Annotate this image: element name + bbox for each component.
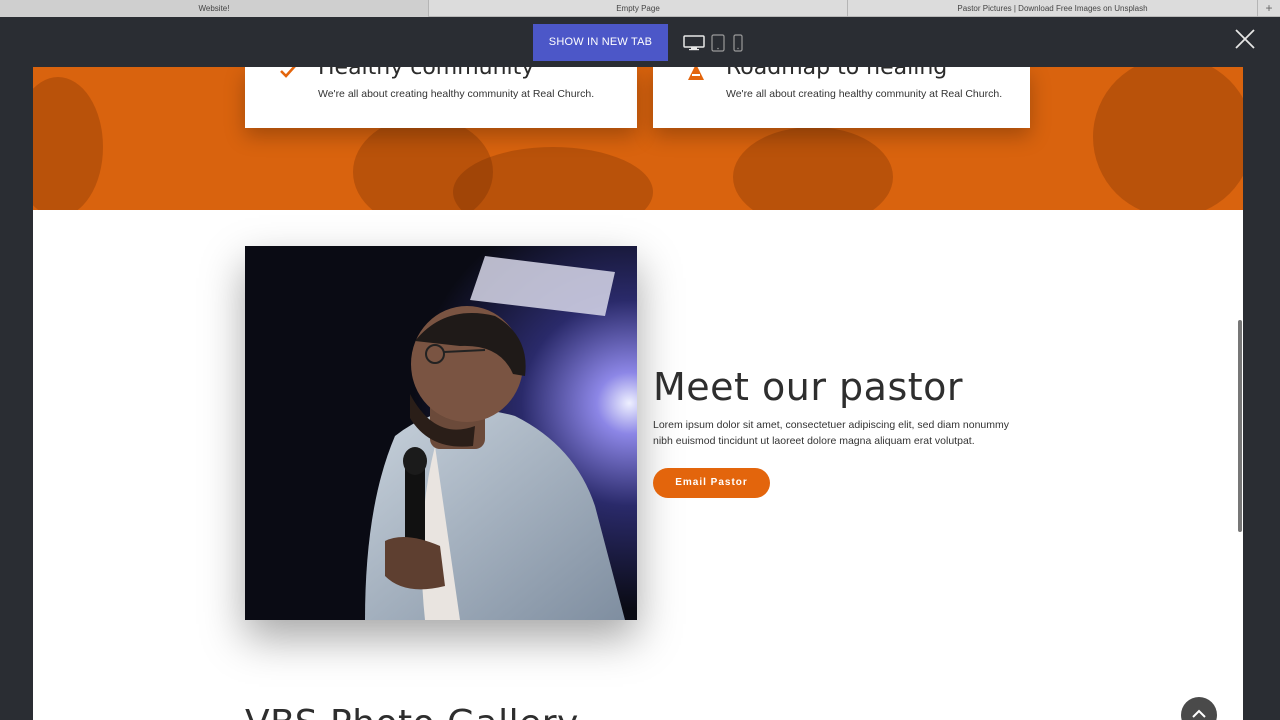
browser-tab-empty-page[interactable]: Empty Page	[429, 0, 848, 17]
pastor-illustration	[245, 246, 637, 620]
preview-toolbar: SHOW IN NEW TAB	[0, 17, 1280, 67]
desktop-icon[interactable]	[683, 35, 705, 51]
feature-card-roadmap: Roadmap to healing We're all about creat…	[653, 67, 1030, 128]
browser-tab-website[interactable]: Website!	[0, 0, 429, 17]
feature-card-healthy-community: Healthy community We're all about creati…	[245, 67, 637, 128]
feature-text: We're all about creating healthy communi…	[318, 88, 595, 100]
feature-title: Roadmap to healing	[726, 67, 948, 80]
scrollbar-thumb[interactable]	[1238, 320, 1242, 532]
tablet-icon[interactable]	[711, 34, 725, 52]
email-pastor-button[interactable]: Email Pastor	[653, 468, 770, 498]
show-in-new-tab-button[interactable]: SHOW IN NEW TAB	[533, 24, 668, 61]
hero-banner	[33, 67, 1243, 210]
website-preview: Healthy community We're all about creati…	[33, 67, 1243, 720]
pastor-heading: Meet our pastor	[653, 365, 964, 409]
new-tab-button[interactable]: +	[1258, 0, 1280, 17]
chevron-up-icon	[1192, 709, 1206, 718]
feature-text: We're all about creating healthy communi…	[726, 88, 1003, 100]
browser-tab-unsplash[interactable]: Pastor Pictures | Download Free Images o…	[848, 0, 1258, 17]
feature-title: Healthy community	[318, 67, 535, 80]
mobile-icon[interactable]	[733, 34, 743, 52]
browser-tab-strip: Website! Empty Page Pastor Pictures | Do…	[0, 0, 1280, 17]
close-icon[interactable]	[1233, 27, 1257, 51]
check-icon	[280, 67, 296, 78]
pastor-photo	[245, 246, 637, 620]
gallery-heading: VBS Photo Gallery	[245, 703, 579, 720]
triangle-icon	[688, 67, 704, 80]
scroll-to-top-button[interactable]	[1181, 697, 1217, 720]
pastor-body-text: Lorem ipsum dolor sit amet, consectetuer…	[653, 419, 1009, 447]
